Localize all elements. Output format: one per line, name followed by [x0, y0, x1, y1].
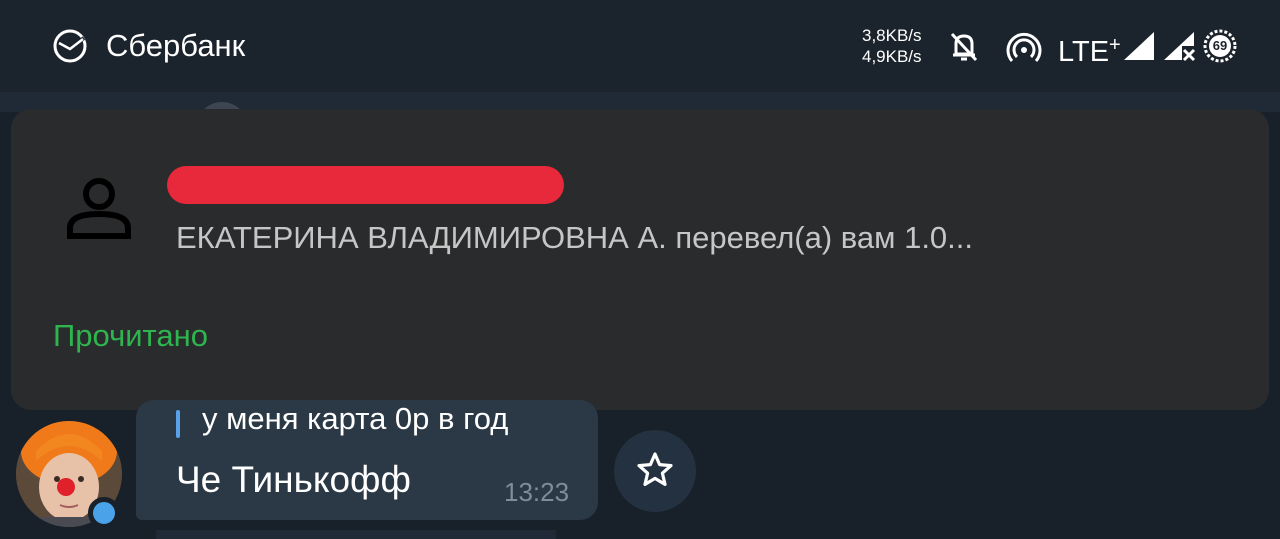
person-icon: [67, 178, 131, 239]
hotspot-icon: [1006, 32, 1042, 62]
network-type-label: LTE: [1058, 36, 1110, 68]
battery-saver-icon: 69: [1202, 28, 1238, 64]
status-bar: Сбербанк 3,8KB/s 4,9KB/s LTE+ 69: [0, 0, 1280, 92]
reply-quote-bar: [176, 410, 180, 438]
notification-card[interactable]: [11, 109, 1269, 410]
reply-quote-text[interactable]: у меня карта 0р в год: [202, 400, 508, 438]
mark-read-button[interactable]: Прочитано: [53, 316, 208, 356]
notification-text: ЕКАТЕРИНА ВЛАДИМИРОВНА А. перевел(а) вам…: [176, 220, 974, 255]
star-button[interactable]: [614, 430, 696, 512]
star-icon: [637, 452, 673, 486]
signal-x-icon: [1164, 32, 1196, 62]
battery-level: 69: [1212, 38, 1228, 53]
redacted-sender-name: [167, 166, 564, 204]
screen: Сбербанк 3,8KB/s 4,9KB/s LTE+ 69 ЕКАТЕРИ…: [0, 0, 1280, 539]
network-type: LTE+: [1058, 25, 1121, 72]
message-time: 13:23: [504, 477, 570, 507]
bell-off-icon: [950, 32, 978, 62]
net-speed-down: 4,9KB/s: [862, 47, 922, 66]
next-message-edge: [156, 530, 556, 539]
network-plus: +: [1109, 34, 1121, 56]
net-speed-up: 3,8KB/s: [862, 26, 922, 45]
online-status-dot: [88, 497, 120, 529]
message-text: Че Тинькофф: [176, 459, 411, 500]
sberbank-logo-icon: [53, 29, 87, 63]
notification-app-name: Сбербанк: [106, 28, 246, 63]
network-speed: 3,8KB/s 4,9KB/s: [862, 25, 922, 67]
signal-icon: [1124, 32, 1154, 60]
